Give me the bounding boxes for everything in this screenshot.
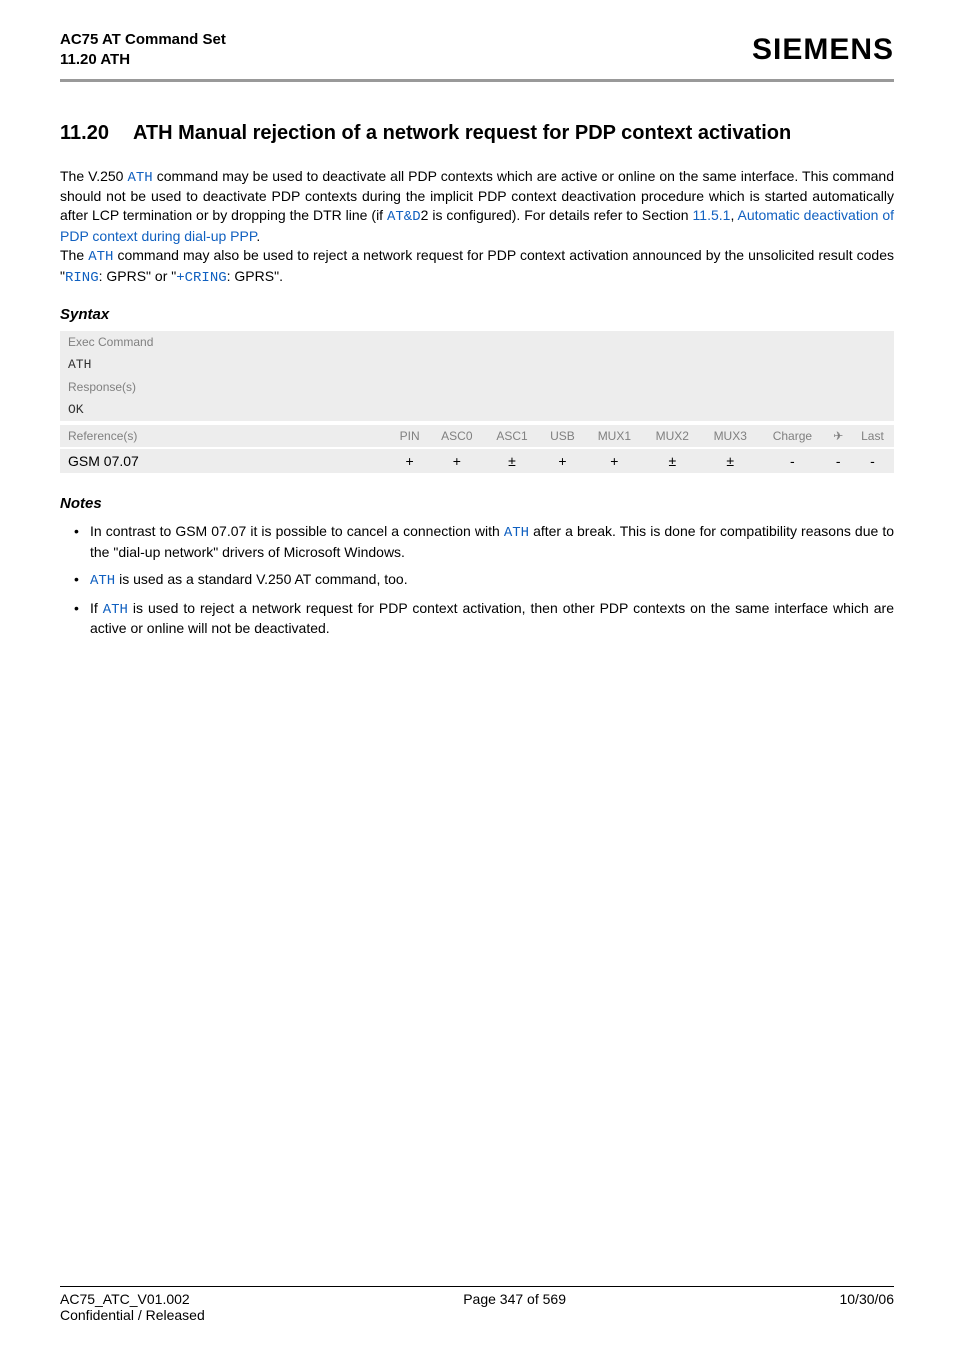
val-asc0: + [429,448,484,473]
text: The V.250 [60,168,127,184]
header-rule [60,79,894,82]
section-number: 11.20 [60,122,109,145]
ath-link[interactable]: ATH [103,602,128,618]
col-asc0: ASC0 [429,425,484,448]
val-mux1: + [585,448,643,473]
reference-data-row: GSM 07.07 + + ± + + ± ± - - - [60,448,894,473]
exec-command-label: Exec Command [60,331,894,353]
syntax-table: Exec Command ATH Response(s) OK [60,331,894,421]
text: If [90,600,103,616]
exec-command-value: ATH [60,353,894,376]
ath-link[interactable]: ATH [90,573,115,589]
col-mux3: MUX3 [701,425,759,448]
val-usb: + [540,448,586,473]
val-airplane: - [826,448,851,473]
col-last: Last [851,425,894,448]
val-last: - [851,448,894,473]
reference-table: Reference(s) PIN ASC0 ASC1 USB MUX1 MUX2… [60,425,894,473]
note-item: In contrast to GSM 07.07 it is possible … [74,522,894,562]
footer-rule [60,1286,894,1287]
ath-link[interactable]: ATH [88,249,113,265]
val-mux2: ± [643,448,701,473]
col-mux1: MUX1 [585,425,643,448]
col-asc1: ASC1 [484,425,539,448]
reference-label: Reference(s) [60,425,390,448]
page-footer: AC75_ATC_V01.002 Page 347 of 569 10/30/0… [60,1286,894,1323]
footer-row-2: Confidential / Released [60,1307,894,1323]
notes-list: In contrast to GSM 07.07 it is possible … [60,522,894,638]
footer-date: 10/30/06 [839,1291,894,1307]
text: , [730,207,737,223]
text: The [60,247,88,263]
section-heading: 11.20 ATH Manual rejection of a network … [60,122,894,145]
page-header: AC75 AT Command Set 11.20 ATH SIEMENS [60,0,894,79]
text: . [256,228,260,244]
footer-row-1: AC75_ATC_V01.002 Page 347 of 569 10/30/0… [60,1291,894,1307]
doc-subsection: 11.20 ATH [60,50,226,70]
ring-link[interactable]: RING [65,270,99,286]
col-pin: PIN [390,425,429,448]
footer-doc-id: AC75_ATC_V01.002 [60,1291,190,1307]
col-airplane: ✈ [826,425,851,448]
atd-link[interactable]: AT&D [387,209,421,225]
val-mux3: ± [701,448,759,473]
airplane-icon: ✈ [833,429,843,443]
response-value: OK [60,398,894,421]
text: In contrast to GSM 07.07 it is possible … [90,523,504,539]
section-title-text: ATH Manual rejection of a network reques… [133,122,894,145]
notes-heading: Notes [60,495,894,512]
text: 2 is configured). For details refer to S… [421,207,693,223]
section-ref-link[interactable]: 11.5.1 [693,207,731,223]
col-mux2: MUX2 [643,425,701,448]
intro-paragraph: The V.250 ATH command may be used to dea… [60,167,894,288]
reference-header-row: Reference(s) PIN ASC0 ASC1 USB MUX1 MUX2… [60,425,894,448]
doc-title: AC75 AT Command Set [60,30,226,50]
response-label: Response(s) [60,376,894,398]
text: : GPRS" or " [99,268,177,284]
val-charge: - [759,448,825,473]
syntax-heading: Syntax [60,306,894,323]
col-usb: USB [540,425,586,448]
siemens-logo: SIEMENS [752,33,894,67]
val-pin: + [390,448,429,473]
cring-link[interactable]: +CRING [176,270,226,286]
col-charge: Charge [759,425,825,448]
note-item: If ATH is used to reject a network reque… [74,599,894,639]
ath-link[interactable]: ATH [127,170,152,186]
text: is used to reject a network request for … [90,600,894,637]
text: is used as a standard V.250 AT command, … [115,571,407,587]
footer-confidential: Confidential / Released [60,1307,205,1323]
ath-link[interactable]: ATH [504,525,529,541]
reference-name: GSM 07.07 [60,448,390,473]
val-asc1: ± [484,448,539,473]
footer-page-number: Page 347 of 569 [463,1291,566,1307]
text: : GPRS". [227,268,283,284]
header-left: AC75 AT Command Set 11.20 ATH [60,30,226,71]
note-item: ATH is used as a standard V.250 AT comma… [74,570,894,591]
